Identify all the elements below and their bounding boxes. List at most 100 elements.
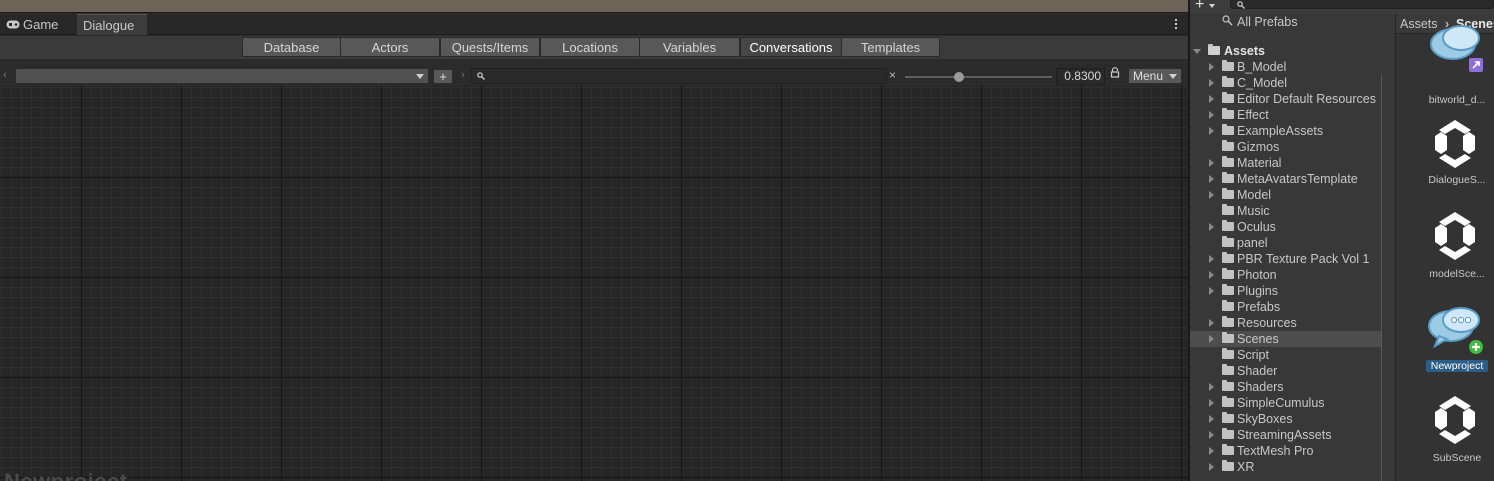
folder-row[interactable]: panel — [1190, 235, 1382, 251]
tab-dialogue[interactable]: Dialogue — [77, 14, 147, 35]
conversation-node-canvas[interactable]: Newproject — [0, 86, 1188, 481]
folder-row[interactable]: Oculus — [1190, 219, 1382, 235]
clear-search-button[interactable]: × — [889, 68, 896, 82]
folder-icon — [1222, 204, 1234, 215]
favorites-all-prefabs[interactable]: All Prefabs — [1190, 14, 1382, 30]
asset-item[interactable]: DialogueS... — [1396, 110, 1494, 196]
tab-database[interactable]: Database — [242, 37, 341, 57]
folder-row[interactable]: Model — [1190, 187, 1382, 203]
zoom-slider-track — [905, 76, 1052, 78]
expand-arrow-icon[interactable] — [1209, 79, 1214, 87]
menu-dropdown-button[interactable]: Menu — [1128, 68, 1182, 84]
folder-row[interactable]: Gizmos — [1190, 139, 1382, 155]
tab-dialogue-label: Dialogue — [83, 18, 135, 33]
zoom-value-field[interactable]: 0.8300 — [1056, 68, 1105, 85]
folder-label: B_Model — [1237, 60, 1287, 74]
conversation-dropdown[interactable] — [15, 68, 429, 84]
expand-arrow-icon[interactable] — [1209, 319, 1214, 327]
folder-row[interactable]: Shader — [1190, 363, 1382, 379]
folder-label: Gizmos — [1237, 140, 1280, 154]
folder-row[interactable]: ExampleAssets — [1190, 123, 1382, 139]
add-conversation-button[interactable]: + — [433, 69, 453, 84]
expand-arrow-icon[interactable] — [1209, 127, 1214, 135]
folder-row[interactable]: StreamingAssets — [1190, 427, 1382, 443]
tree-root-assets[interactable]: Assets — [1190, 43, 1382, 59]
folder-row[interactable]: Resources — [1190, 315, 1382, 331]
folder-icon — [1222, 348, 1234, 359]
folder-icon — [1222, 140, 1234, 151]
folder-row[interactable]: Prefabs — [1190, 299, 1382, 315]
unity-scene-icon — [1435, 212, 1475, 260]
zoom-slider-thumb[interactable] — [954, 72, 964, 82]
expand-arrow-icon[interactable] — [1209, 287, 1214, 295]
asset-item[interactable]: Newproject — [1396, 296, 1494, 382]
folder-row[interactable]: Material — [1190, 155, 1382, 171]
expand-arrow-icon[interactable] — [1209, 447, 1214, 455]
expand-arrow-icon[interactable] — [1209, 415, 1214, 423]
folder-row[interactable]: Photon — [1190, 267, 1382, 283]
tab-variables[interactable]: Variables — [639, 37, 740, 57]
previous-conversation-chevron-icon[interactable]: ‹ — [3, 69, 7, 81]
create-asset-button[interactable]: + — [1195, 0, 1204, 14]
tab-conversations[interactable]: Conversations — [740, 37, 842, 57]
tab-quests-items[interactable]: Quests/Items — [440, 37, 540, 57]
folder-row[interactable]: Effect — [1190, 107, 1382, 123]
conversation-search-input[interactable] — [488, 69, 883, 83]
dialogue-database-icon — [1428, 307, 1483, 354]
folder-row[interactable]: Shaders — [1190, 379, 1382, 395]
window-options-kebab-icon[interactable] — [1174, 17, 1178, 31]
expand-arrow-icon[interactable] — [1209, 383, 1214, 391]
folder-icon — [1222, 172, 1234, 183]
folder-row[interactable]: SkyBoxes — [1190, 411, 1382, 427]
asset-item[interactable]: SubScene — [1396, 388, 1494, 474]
folder-row[interactable]: B_Model — [1190, 59, 1382, 75]
folder-label: C_Model — [1237, 76, 1288, 90]
asset-item[interactable]: modelSce... — [1396, 204, 1494, 290]
folder-row[interactable]: C_Model — [1190, 75, 1382, 91]
next-conversation-chevron-icon[interactable]: › — [461, 69, 465, 81]
expand-arrow-icon[interactable] — [1209, 431, 1214, 439]
folder-row[interactable]: MetaAvatarsTemplate — [1190, 171, 1382, 187]
folder-icon — [1222, 188, 1234, 199]
expand-arrow-icon[interactable] — [1193, 49, 1201, 54]
conversation-toolbar: ‹ + › × 0.8300 Menu — [0, 66, 1188, 86]
expand-arrow-icon[interactable] — [1209, 95, 1214, 103]
folder-row[interactable]: SimpleCumulus — [1190, 395, 1382, 411]
expand-arrow-icon[interactable] — [1209, 159, 1214, 167]
expand-arrow-icon[interactable] — [1209, 399, 1214, 407]
folder-row[interactable]: Music — [1190, 203, 1382, 219]
asset-name: modelSce... — [1429, 268, 1485, 280]
folder-row[interactable]: XR — [1190, 459, 1382, 475]
lock-icon[interactable] — [1110, 67, 1120, 79]
expand-arrow-icon[interactable] — [1209, 271, 1214, 279]
folder-icon — [1222, 236, 1234, 247]
project-search-field[interactable] — [1230, 0, 1494, 9]
folder-row[interactable]: TextMesh Pro — [1190, 443, 1382, 459]
folder-label: Prefabs — [1237, 300, 1281, 314]
tab-templates[interactable]: Templates — [841, 37, 940, 57]
tab-actors[interactable]: Actors — [340, 37, 440, 57]
folder-icon — [1222, 412, 1234, 423]
tree-scrollbar[interactable] — [1381, 72, 1382, 481]
folder-row[interactable]: Scenes — [1190, 331, 1382, 347]
folder-row[interactable]: Plugins — [1190, 283, 1382, 299]
expand-arrow-icon[interactable] — [1209, 223, 1214, 231]
folder-row[interactable]: PBR Texture Pack Vol 1 — [1190, 251, 1382, 267]
tab-game[interactable]: Game — [0, 14, 74, 35]
expand-arrow-icon[interactable] — [1209, 111, 1214, 119]
folder-icon — [1222, 60, 1234, 71]
expand-arrow-icon[interactable] — [1209, 463, 1214, 471]
expand-arrow-icon[interactable] — [1209, 191, 1214, 199]
folder-row[interactable]: Editor Default Resources — [1190, 91, 1382, 107]
tab-locations[interactable]: Locations — [540, 37, 640, 57]
expand-arrow-icon[interactable] — [1209, 175, 1214, 183]
chevron-down-icon[interactable] — [1209, 4, 1215, 8]
zoom-slider[interactable] — [905, 70, 1052, 84]
expand-arrow-icon[interactable] — [1209, 63, 1214, 71]
expand-arrow-icon[interactable] — [1209, 255, 1214, 263]
unity-scene-icon — [1435, 396, 1475, 444]
folder-row[interactable]: Script — [1190, 347, 1382, 363]
conversation-search-field[interactable] — [471, 68, 887, 84]
asset-item[interactable]: bitworld_d... — [1396, 25, 1494, 114]
expand-arrow-icon[interactable] — [1209, 335, 1214, 343]
